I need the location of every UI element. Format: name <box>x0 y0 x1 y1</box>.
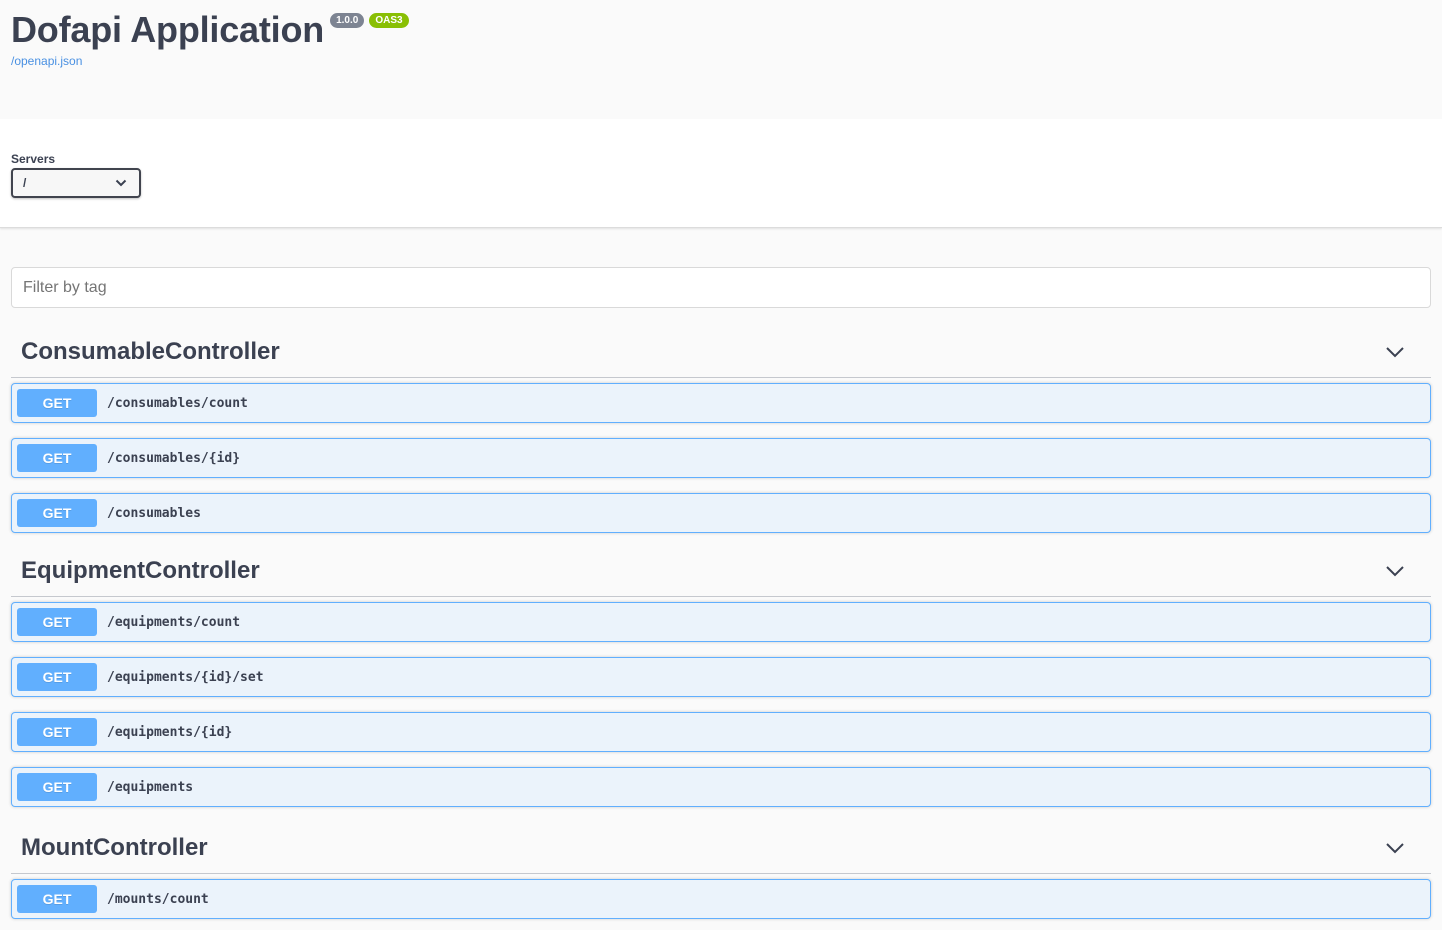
method-badge: GET <box>17 608 97 636</box>
operation-path: /equipments/{id} <box>107 724 233 740</box>
operation-path: /consumables <box>107 505 201 521</box>
operations-list: GET /consumables/count GET /consumables/… <box>11 378 1431 533</box>
operation-row[interactable]: GET /consumables/count <box>11 383 1431 423</box>
main-content: ConsumableController GET /consumables/co… <box>0 228 1442 919</box>
method-badge: GET <box>17 499 97 527</box>
chevron-down-icon[interactable] <box>1385 842 1405 854</box>
tag-section: MountController GET /mounts/count <box>11 822 1431 919</box>
operations-list: GET /mounts/count <box>11 874 1431 919</box>
filter-by-tag-input[interactable] <box>11 267 1431 308</box>
servers-select[interactable]: / <box>11 168 141 198</box>
tag-sections: ConsumableController GET /consumables/co… <box>11 326 1431 919</box>
servers-bar: Servers / <box>0 119 1442 228</box>
servers-selected-value: / <box>23 176 27 190</box>
tag-section: EquipmentController GET /equipments/coun… <box>11 545 1431 807</box>
operation-row[interactable]: GET /equipments/{id} <box>11 712 1431 752</box>
operation-row[interactable]: GET /mounts/count <box>11 879 1431 919</box>
servers-label: Servers <box>11 152 56 166</box>
operations-list: GET /equipments/count GET /equipments/{i… <box>11 597 1431 807</box>
operation-row[interactable]: GET /equipments <box>11 767 1431 807</box>
method-badge: GET <box>17 389 97 417</box>
tag-header[interactable]: EquipmentController <box>11 545 1431 597</box>
operation-path: /consumables/{id} <box>107 450 241 466</box>
operation-row[interactable]: GET /equipments/{id}/set <box>11 657 1431 697</box>
tag-header[interactable]: MountController <box>11 822 1431 874</box>
tag-header[interactable]: ConsumableController <box>11 326 1431 378</box>
chevron-down-icon[interactable] <box>1385 565 1405 577</box>
tag-name: MountController <box>21 833 208 861</box>
version-badge: 1.0.0 <box>330 13 365 28</box>
method-badge: GET <box>17 773 97 801</box>
tag-name: ConsumableController <box>21 337 280 365</box>
operation-path: /equipments/{id}/set <box>107 669 264 685</box>
tag-name: EquipmentController <box>21 556 260 584</box>
operation-row[interactable]: GET /equipments/count <box>11 602 1431 642</box>
oas-badge: OAS3 <box>369 13 409 28</box>
operation-path: /consumables/count <box>107 395 248 411</box>
operation-row[interactable]: GET /consumables/{id} <box>11 438 1431 478</box>
method-badge: GET <box>17 718 97 746</box>
title-row: Dofapi Application 1.0.0 OAS3 <box>11 10 1431 50</box>
badges: 1.0.0 OAS3 <box>330 13 409 28</box>
method-badge: GET <box>17 444 97 472</box>
chevron-down-icon <box>115 179 127 187</box>
operation-row[interactable]: GET /consumables <box>11 493 1431 533</box>
operation-path: /mounts/count <box>107 891 209 907</box>
chevron-down-icon[interactable] <box>1385 346 1405 358</box>
spec-link[interactable]: /openapi.json <box>11 54 1431 68</box>
operation-path: /equipments/count <box>107 614 241 630</box>
tag-section: ConsumableController GET /consumables/co… <box>11 326 1431 533</box>
method-badge: GET <box>17 885 97 913</box>
info-header: Dofapi Application 1.0.0 OAS3 /openapi.j… <box>0 0 1442 119</box>
operation-path: /equipments <box>107 779 194 795</box>
method-badge: GET <box>17 663 97 691</box>
page-title: Dofapi Application <box>11 9 325 50</box>
